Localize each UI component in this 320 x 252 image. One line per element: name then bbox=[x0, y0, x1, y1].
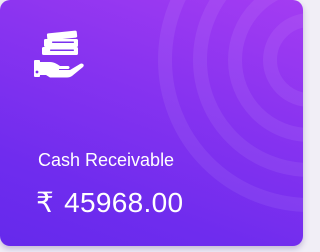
currency-symbol: ₹ bbox=[36, 187, 55, 218]
card-title: Cash Receivable bbox=[38, 150, 175, 170]
amount-value: ₹45968.00 bbox=[36, 186, 183, 219]
cash-receivable-card[interactable]: Cash Receivable ₹45968.00 bbox=[0, 0, 303, 246]
amount-number: 45968.00 bbox=[64, 187, 184, 218]
money-in-hand-icon bbox=[34, 30, 84, 78]
